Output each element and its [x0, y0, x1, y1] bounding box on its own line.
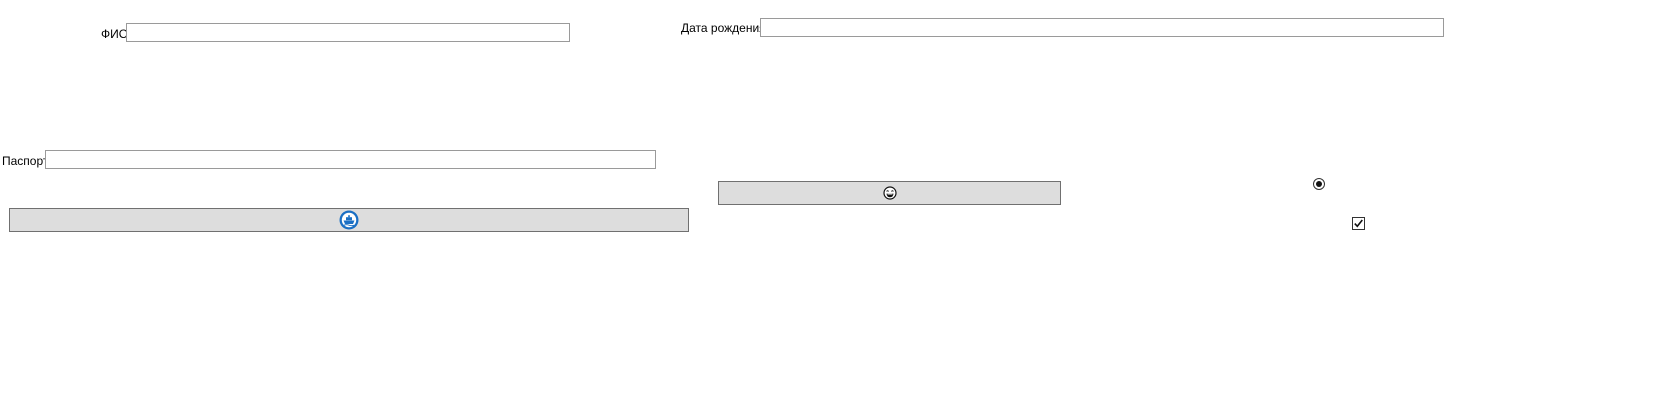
checkmark-icon [1353, 218, 1364, 229]
passport-field[interactable] [45, 150, 656, 169]
ship-badge-button[interactable] [9, 208, 689, 232]
passport-label: Паспорт [2, 154, 49, 168]
birth-date-field[interactable] [760, 18, 1444, 37]
laughing-face-icon [882, 186, 897, 200]
ship-badge-icon [339, 210, 359, 230]
fio-field[interactable] [126, 23, 570, 42]
radio-button[interactable] [1313, 178, 1325, 190]
radio-selected-dot [1316, 181, 1322, 187]
checkbox[interactable] [1352, 217, 1365, 230]
fio-label: ФИО [101, 27, 129, 41]
laughing-face-button[interactable] [718, 181, 1061, 205]
birth-date-label: Дата рождения [681, 21, 766, 35]
